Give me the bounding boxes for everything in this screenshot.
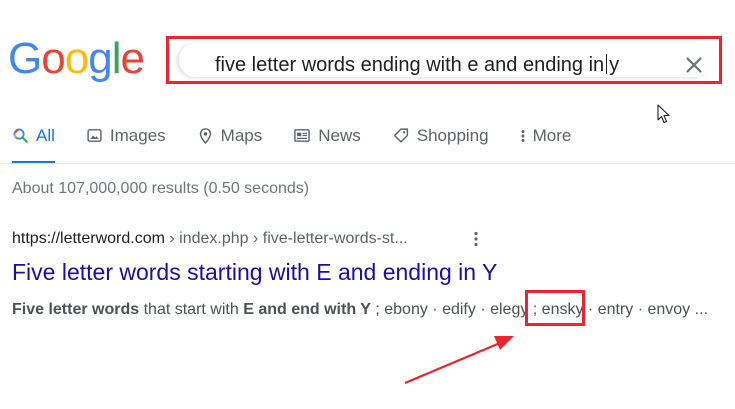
tab-more[interactable]: More — [520, 126, 572, 164]
tab-label: All — [36, 126, 55, 145]
query-text: five letter words ending with e and endi… — [215, 54, 605, 76]
tab-images[interactable]: Images — [86, 126, 166, 164]
tab-shopping[interactable]: Shopping — [392, 126, 489, 164]
tab-label: Maps — [220, 126, 263, 145]
search-input[interactable]: five letter words ending with e and endi… — [215, 54, 619, 77]
tabs-divider — [0, 163, 735, 164]
tab-news[interactable]: News — [293, 126, 361, 164]
search-tabs: All Images Maps News Shopping More — [12, 126, 602, 164]
snippet-bold: E and end with Y — [243, 301, 371, 318]
annotation-highlight-box — [525, 290, 585, 326]
logo-letter: o — [64, 34, 90, 83]
tag-icon — [393, 128, 408, 143]
search-bar[interactable]: five letter words ending with e and endi… — [179, 43, 711, 77]
news-icon — [294, 129, 311, 142]
search-icon — [13, 128, 28, 143]
result-url-base: https://letterword.com — [12, 230, 165, 247]
tab-label: More — [532, 126, 572, 145]
image-icon — [87, 129, 102, 142]
result-stats: About 107,000,000 results (0.50 seconds) — [12, 180, 310, 197]
more-vert-icon — [521, 130, 525, 142]
map-pin-icon — [199, 128, 211, 145]
tab-all[interactable]: All — [12, 126, 55, 164]
result-menu-icon[interactable] — [473, 231, 479, 247]
search-box-highlight: five letter words ending with e and endi… — [166, 36, 722, 84]
google-logo[interactable]: Google — [8, 34, 145, 83]
close-icon[interactable] — [683, 54, 705, 76]
logo-letter: e — [120, 34, 145, 83]
logo-letter: l — [111, 34, 122, 83]
text-caret — [606, 54, 608, 74]
logo-letter: G — [8, 34, 42, 83]
tab-label: News — [318, 126, 361, 145]
snippet-text: that start with — [139, 301, 244, 318]
result-url-crumbs: › index.php › five-letter-words-st... — [164, 230, 408, 247]
result-title-link[interactable]: Five letter words starting with E and en… — [12, 259, 497, 286]
result-snippet: Five letter words that start with E and … — [12, 296, 712, 324]
logo-letter: o — [41, 34, 66, 83]
mouse-cursor-icon — [657, 104, 670, 124]
tab-label: Images — [109, 126, 166, 145]
tab-label: Shopping — [416, 126, 489, 145]
result-url[interactable]: https://letterword.com › index.php › fiv… — [12, 230, 408, 248]
tab-maps[interactable]: Maps — [197, 126, 263, 164]
logo-letter: g — [88, 34, 113, 83]
snippet-bold: Five letter words — [12, 301, 140, 318]
query-text-tail: y — [609, 54, 620, 76]
